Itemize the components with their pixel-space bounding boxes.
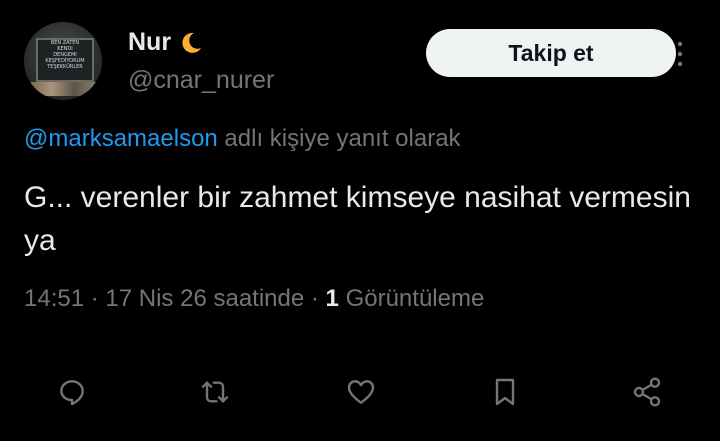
tweet-date[interactable]: 17 Nis 26 saatinde bbox=[105, 285, 304, 312]
reply-icon bbox=[60, 380, 84, 406]
reply-button[interactable] bbox=[50, 370, 94, 414]
avatar[interactable]: BEN ZATEN KENDI DENGEMI KEŞFEDİYORUM TEŞ… bbox=[24, 22, 102, 100]
action-bar bbox=[0, 370, 720, 414]
avatar-chalkboard: BEN ZATEN KENDI DENGEMI KEŞFEDİYORUM TEŞ… bbox=[36, 38, 94, 82]
reply-mention-link[interactable]: @marksamaelson bbox=[24, 125, 218, 152]
follow-button[interactable]: Takip et bbox=[426, 29, 676, 77]
avatar-board-line: TEŞEKKÜRLER bbox=[47, 64, 83, 70]
view-label: Görüntüleme bbox=[345, 285, 485, 312]
share-icon bbox=[633, 377, 661, 407]
tweet-text: G... verenler bir zahmet kimseye nasihat… bbox=[24, 181, 691, 257]
tweet-meta: 14:51 · 17 Nis 26 saatinde · 1 Görüntüle… bbox=[24, 285, 484, 313]
tweet-time[interactable]: 14:51 bbox=[24, 285, 84, 312]
author-name-row: Nur bbox=[128, 28, 203, 57]
like-button[interactable] bbox=[339, 370, 383, 414]
meta-separator: · bbox=[90, 285, 106, 312]
retweet-icon bbox=[201, 381, 229, 403]
reply-context-suffix: adlı kişiye yanıt olarak bbox=[217, 125, 461, 152]
bookmark-icon bbox=[495, 378, 515, 406]
reply-context: @marksamaelson adlı kişiye yanıt olarak bbox=[24, 125, 461, 153]
retweet-button[interactable] bbox=[193, 370, 237, 414]
display-name[interactable]: Nur bbox=[128, 28, 171, 57]
heart-icon bbox=[347, 380, 375, 404]
share-button[interactable] bbox=[625, 370, 669, 414]
avatar-shelf bbox=[30, 82, 96, 96]
view-count: 1 bbox=[325, 285, 339, 312]
author-handle[interactable]: @cnar_nurer bbox=[128, 66, 274, 95]
bookmark-button[interactable] bbox=[483, 370, 527, 414]
more-vertical-icon[interactable] bbox=[672, 40, 688, 68]
crescent-moon-icon bbox=[182, 32, 202, 53]
meta-separator: · bbox=[310, 285, 326, 312]
